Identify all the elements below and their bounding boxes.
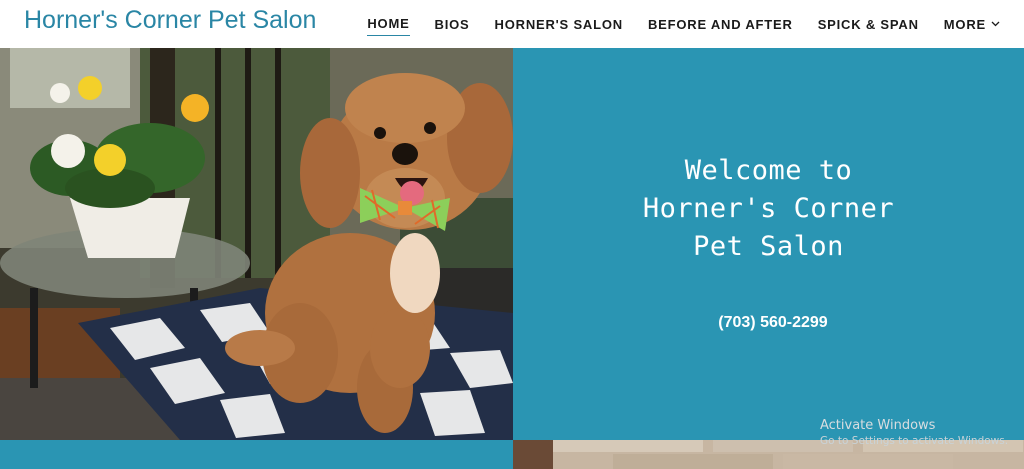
hero-photo <box>0 48 513 440</box>
nav-home-label: HOME <box>367 16 410 31</box>
phone-number-link[interactable]: (703) 560-2299 <box>513 314 1024 332</box>
welcome-panel: Welcome to Horner's Corner Pet Salon (70… <box>513 48 1024 440</box>
welcome-heading: Welcome to Horner's Corner Pet Salon <box>513 152 1024 266</box>
watermark-title: Activate Windows <box>820 418 936 433</box>
watermark-subtitle: Go to Settings to activate Windows. <box>820 435 1009 447</box>
nav-more[interactable]: MORE <box>944 16 1000 36</box>
dog-photo-illustration <box>0 48 513 440</box>
nav-horners-salon-label: HORNER'S SALON <box>494 16 623 32</box>
nav-horners-salon[interactable]: HORNER'S SALON <box>495 16 623 36</box>
nav-bios-label: BIOS <box>434 16 470 32</box>
site-title[interactable]: Horner's Corner Pet Salon <box>24 6 316 35</box>
nav-spick-and-span-label: SPICK & SPAN <box>817 16 919 32</box>
main-nav: HOME BIOS HORNER'S SALON BEFORE AND AFTE… <box>342 16 1000 36</box>
bottom-left-band <box>0 440 513 469</box>
chevron-down-icon <box>991 21 1000 27</box>
nav-before-and-after[interactable]: BEFORE AND AFTER <box>648 16 793 36</box>
nav-more-label: MORE <box>943 16 986 32</box>
nav-home[interactable]: HOME <box>367 16 410 36</box>
nav-before-and-after-label: BEFORE AND AFTER <box>647 16 793 32</box>
welcome-heading-line-2: Horner's Corner <box>642 193 895 224</box>
site-header: Horner's Corner Pet Salon HOME BIOS HORN… <box>0 0 1024 48</box>
nav-spick-and-span[interactable]: SPICK & SPAN <box>818 16 919 36</box>
nav-bios[interactable]: BIOS <box>435 16 470 36</box>
welcome-heading-line-3: Pet Salon <box>693 231 844 262</box>
activate-windows-watermark: Activate Windows Go to Settings to activ… <box>820 418 1008 447</box>
welcome-heading-line-1: Welcome to <box>684 155 853 186</box>
